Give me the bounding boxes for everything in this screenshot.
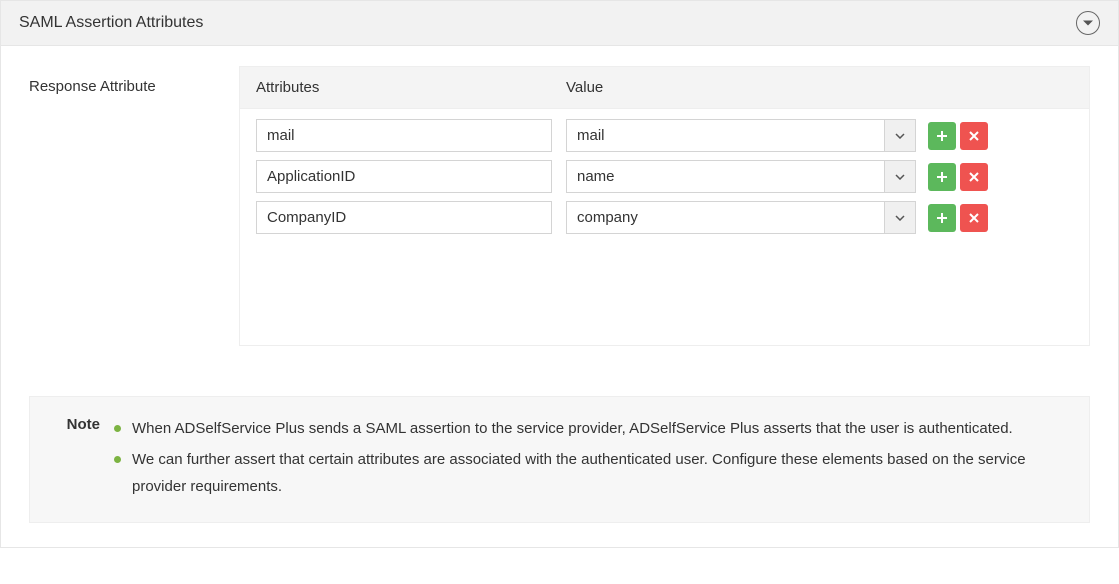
- attributes-table-header: Attributes Value: [240, 67, 1089, 109]
- close-icon: [968, 171, 980, 183]
- attribute-value-input[interactable]: [566, 160, 884, 193]
- attribute-value-input[interactable]: [566, 201, 884, 234]
- attribute-value-wrap: [566, 201, 916, 234]
- close-icon: [968, 130, 980, 142]
- header-attributes: Attributes: [256, 79, 566, 96]
- attribute-value-wrap: [566, 119, 916, 152]
- header-value: Value: [566, 79, 1073, 96]
- panel-body: Response Attribute Attributes Value Note…: [1, 46, 1118, 547]
- add-row-button[interactable]: [928, 204, 956, 232]
- attribute-row: [256, 201, 1073, 234]
- note-label: Note: [50, 415, 110, 433]
- row-actions: [928, 204, 988, 232]
- attributes-table: Attributes Value: [239, 66, 1090, 346]
- attribute-value-dropdown[interactable]: [884, 201, 916, 234]
- attribute-value-wrap: [566, 160, 916, 193]
- response-attribute-row: Response Attribute Attributes Value: [29, 66, 1090, 346]
- attribute-value-dropdown[interactable]: [884, 160, 916, 193]
- chevron-down-icon: [895, 133, 905, 139]
- row-actions: [928, 163, 988, 191]
- saml-assertion-panel: SAML Assertion Attributes Response Attri…: [0, 0, 1119, 548]
- attribute-value-input[interactable]: [566, 119, 884, 152]
- attribute-row: [256, 160, 1073, 193]
- add-row-button[interactable]: [928, 122, 956, 150]
- plus-icon: [936, 212, 948, 224]
- attribute-row: [256, 119, 1073, 152]
- note-list: When ADSelfService Plus sends a SAML ass…: [110, 415, 1069, 504]
- attribute-value-dropdown[interactable]: [884, 119, 916, 152]
- chevron-down-icon: [895, 215, 905, 221]
- note-item: We can further assert that certain attri…: [110, 446, 1069, 500]
- response-attribute-label: Response Attribute: [29, 66, 239, 95]
- close-icon: [968, 212, 980, 224]
- collapse-toggle[interactable]: [1076, 11, 1100, 35]
- chevron-down-icon: [895, 174, 905, 180]
- chevron-down-icon: [1082, 19, 1094, 27]
- add-row-button[interactable]: [928, 163, 956, 191]
- attribute-name-input[interactable]: [256, 119, 552, 152]
- note-box: Note When ADSelfService Plus sends a SAM…: [29, 396, 1090, 523]
- attribute-name-input[interactable]: [256, 160, 552, 193]
- note-item: When ADSelfService Plus sends a SAML ass…: [110, 415, 1069, 442]
- delete-row-button[interactable]: [960, 163, 988, 191]
- attributes-rows: [240, 109, 1089, 258]
- attribute-name-input[interactable]: [256, 201, 552, 234]
- delete-row-button[interactable]: [960, 122, 988, 150]
- panel-title: SAML Assertion Attributes: [19, 14, 203, 32]
- plus-icon: [936, 171, 948, 183]
- plus-icon: [936, 130, 948, 142]
- row-actions: [928, 122, 988, 150]
- panel-header: SAML Assertion Attributes: [1, 1, 1118, 46]
- delete-row-button[interactable]: [960, 204, 988, 232]
